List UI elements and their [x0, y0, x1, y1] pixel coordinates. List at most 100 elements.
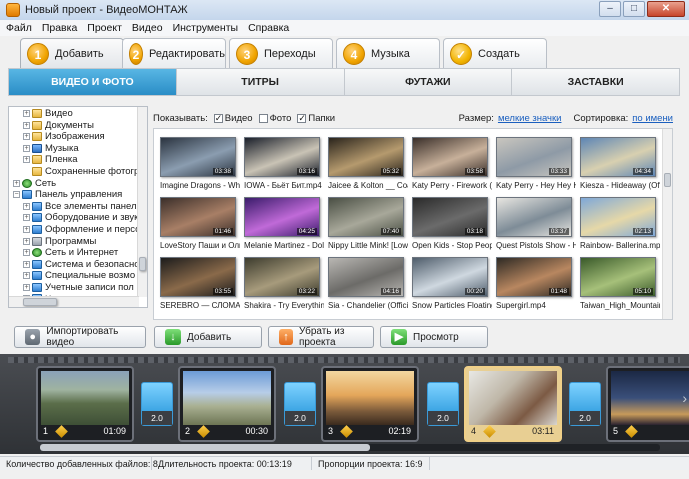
video-file-tile[interactable]: 03:16 IOWA - Бьёт Бит.mp4: [244, 137, 322, 191]
video-file-tile[interactable]: 03:33 Katy Perry - Hey Hey H...: [496, 137, 576, 191]
video-file-name: Kiesza - Hideaway (Offic...: [580, 181, 660, 190]
video-file-tile[interactable]: 03:37 Quest Pistols Show - He...: [496, 197, 576, 251]
menu-file[interactable]: Файл: [6, 22, 32, 34]
video-file-tile[interactable]: 02:13 Rainbow- Ballerina.mp4: [580, 197, 660, 251]
tree-item[interactable]: Сохраненные фотогр: [13, 166, 147, 178]
step-tab-add[interactable]: 1 Добавить: [20, 38, 124, 68]
tree-item[interactable]: + Музыка: [13, 143, 147, 155]
tree-item[interactable]: + Сеть: [13, 178, 147, 190]
tree-item-label: Все элементы панел: [45, 200, 137, 212]
timeline-clip[interactable]: 3 02:19: [321, 366, 419, 442]
expand-toggle-icon[interactable]: +: [23, 225, 30, 233]
tree-horizontal-scrollbar[interactable]: [9, 296, 139, 307]
tree-item[interactable]: + Оборудование и звук: [13, 212, 147, 224]
tree-item[interactable]: + Пленка: [13, 154, 147, 166]
transition-slot[interactable]: 2.0: [569, 382, 601, 426]
tree-vertical-scrollbar[interactable]: [137, 107, 147, 297]
menu-video[interactable]: Видео: [132, 22, 163, 34]
tab-intros[interactable]: ЗАСТАВКИ: [511, 69, 679, 95]
step-tab-create[interactable]: ✓ Создать: [443, 38, 547, 68]
timeline-clip[interactable]: 4 03:11: [464, 366, 562, 442]
expand-toggle-icon[interactable]: +: [23, 237, 30, 245]
tree-item[interactable]: + Система и безопасно: [13, 259, 147, 271]
photo-checkbox[interactable]: [258, 113, 268, 123]
video-file-tile[interactable]: 00:20 Snow Particles Floating ...: [412, 257, 492, 311]
video-file-tile[interactable]: 03:55 SEREBRO — СЛОМАНА...: [160, 257, 240, 311]
tree-item[interactable]: + Сеть и Интернет: [13, 247, 147, 259]
expand-toggle-icon[interactable]: +: [23, 202, 30, 210]
tree-item[interactable]: + Учетные записи пол: [13, 282, 147, 294]
maximize-button[interactable]: □: [623, 1, 645, 17]
expand-toggle-icon[interactable]: +: [13, 179, 20, 187]
video-file-tile[interactable]: 04:25 Melanie Martinez - Dollh...: [244, 197, 324, 251]
close-button[interactable]: ✕: [647, 1, 685, 17]
step-label: Редактировать: [149, 47, 225, 60]
tree-item[interactable]: + Документы: [13, 120, 147, 132]
tree-item[interactable]: + Программы: [13, 236, 147, 248]
expand-toggle-icon[interactable]: +: [23, 156, 30, 164]
menu-help[interactable]: Справка: [248, 22, 289, 34]
step-tab-transitions[interactable]: 3 Переходы: [229, 38, 333, 68]
video-file-tile[interactable]: 03:38 Imagine Dragons - Whatev...: [160, 137, 240, 191]
add-button[interactable]: ↓ Добавить: [154, 326, 262, 348]
expand-toggle-icon[interactable]: +: [23, 283, 30, 291]
video-file-tile[interactable]: 03:22 Shakira - Try Everythin...: [244, 257, 324, 311]
menu-tools[interactable]: Инструменты: [173, 22, 238, 34]
remove-from-project-button[interactable]: ↑ Убрать из проекта: [268, 326, 374, 348]
video-file-tile[interactable]: 04:34 Kiesza - Hideaway (Offic...: [580, 137, 660, 191]
expand-toggle-icon[interactable]: +: [23, 249, 30, 257]
expand-toggle-icon[interactable]: +: [23, 144, 30, 152]
expand-toggle-icon[interactable]: +: [23, 133, 30, 141]
import-video-button[interactable]: ● Импортировать видео: [14, 326, 146, 348]
video-file-tile[interactable]: 03:58 Katy Perry - Firework (Of...: [412, 137, 492, 191]
transition-slot[interactable]: 2.0: [141, 382, 173, 426]
folders-checkbox[interactable]: ✓: [297, 113, 307, 123]
tree-item[interactable]: + Видео: [13, 108, 147, 120]
menu-edit[interactable]: Правка: [42, 22, 77, 34]
timeline-clip[interactable]: 1 01:09: [36, 366, 134, 442]
edit-pencil-icon[interactable]: [625, 424, 638, 438]
edit-pencil-icon[interactable]: [483, 424, 496, 438]
chevron-right-icon[interactable]: ›: [682, 390, 687, 406]
video-file-tile[interactable]: 01:48 Supergirl.mp4: [496, 257, 572, 311]
edit-pencil-icon[interactable]: [197, 424, 210, 438]
tree-item[interactable]: + Изображения: [13, 131, 147, 143]
size-option-link[interactable]: мелкие значки: [498, 113, 562, 124]
video-checkbox[interactable]: ✓: [213, 113, 223, 123]
expand-toggle-icon[interactable]: −: [13, 191, 20, 199]
tab-footage[interactable]: ФУТАЖИ: [343, 69, 512, 95]
step-tab-edit[interactable]: 2 Редактировать: [122, 38, 226, 68]
video-file-tile[interactable]: 03:18 Open Kids - Stop People...: [412, 197, 492, 251]
video-file-tile[interactable]: 07:40 Nippy Little Mink! [Low, ...: [328, 197, 408, 251]
tree-item[interactable]: + Все элементы панел: [13, 201, 147, 213]
expand-toggle-icon[interactable]: +: [23, 214, 30, 222]
expand-toggle-icon[interactable]: +: [23, 260, 30, 268]
video-file-tile[interactable]: 05:32 Jaicee & Kolton __ Coat...: [328, 137, 408, 191]
tree-item[interactable]: − Панель управления: [13, 189, 147, 201]
video-file-tile[interactable]: 01:46 LoveStory Паши и Оли...: [160, 197, 240, 251]
expand-toggle-icon[interactable]: +: [23, 109, 30, 117]
edit-pencil-icon[interactable]: [55, 424, 68, 438]
timeline-clip[interactable]: 2 00:30: [178, 366, 276, 442]
expand-toggle-icon[interactable]: +: [23, 272, 30, 280]
preview-button[interactable]: ▶ Просмотр: [380, 326, 488, 348]
minimize-button[interactable]: –: [599, 1, 621, 17]
video-file-tile[interactable]: 04:16 Sia - Chandelier (Officia...: [328, 257, 408, 311]
expand-toggle-icon[interactable]: +: [23, 121, 30, 129]
transition-slot[interactable]: 2.0: [284, 382, 316, 426]
video-duration: 07:40: [380, 228, 401, 235]
video-file-tile[interactable]: 05:10 Taiwan_High_Mountain...: [580, 257, 660, 311]
transition-slot[interactable]: 2.0: [427, 382, 459, 426]
menu-project[interactable]: Проект: [87, 22, 122, 34]
edit-pencil-icon[interactable]: [340, 424, 353, 438]
tree-item[interactable]: + Специальные возмо: [13, 270, 147, 282]
tab-titles[interactable]: ТИТРЫ: [175, 69, 344, 95]
tree-item[interactable]: + Оформление и персо: [13, 224, 147, 236]
transition-duration: 2.0: [142, 411, 172, 425]
tab-video-photo[interactable]: ВИДЕО И ФОТО: [9, 69, 176, 95]
grid-vertical-scrollbar[interactable]: [662, 129, 672, 319]
timeline-clip[interactable]: 5: [606, 366, 689, 442]
step-tab-music[interactable]: 4 Музыка: [336, 38, 440, 68]
timeline-scrollbar[interactable]: [40, 444, 660, 451]
sort-option-link[interactable]: по имени: [632, 113, 673, 124]
